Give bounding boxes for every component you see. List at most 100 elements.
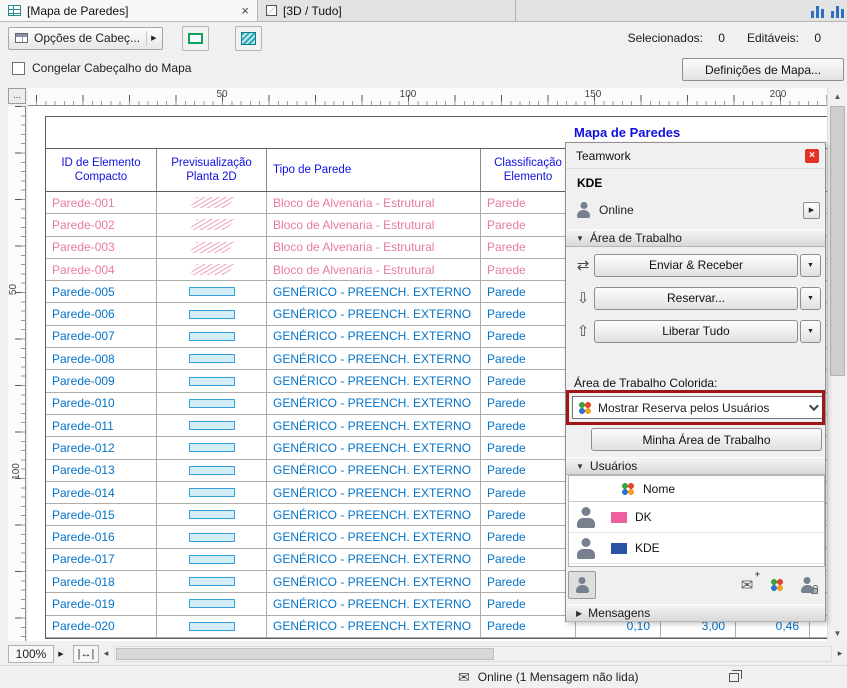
cell-classification: Parede xyxy=(481,192,576,213)
freeze-header-option: Congelar Cabeçalho do Mapa xyxy=(12,61,191,75)
wall-preview-swatch xyxy=(189,510,235,519)
bottom-controls: 100% ▶ |↔| ◂ ▸ xyxy=(0,643,847,664)
tab-bar: [Mapa de Paredes] × [3D / Tudo] xyxy=(0,0,847,22)
send-message-button[interactable]: ✉ + xyxy=(735,573,759,597)
scrollbar-thumb[interactable] xyxy=(116,648,494,660)
cell-preview xyxy=(157,437,267,458)
cell-element-id: Parede-008 xyxy=(46,348,157,369)
fit-width-button[interactable]: |↔| xyxy=(73,645,99,663)
column-header[interactable]: Tipo de Parede xyxy=(267,149,481,191)
cell-preview xyxy=(157,303,267,324)
colored-workspace-toggle[interactable] xyxy=(765,573,789,597)
release-icon: ⇧ xyxy=(572,322,594,340)
user-icon xyxy=(577,507,595,528)
scrollbar-thumb[interactable] xyxy=(830,106,845,376)
column-header[interactable]: PrevisualizaçãoPlanta 2D xyxy=(157,149,267,191)
release-all-dropdown[interactable]: ▼ xyxy=(800,320,821,343)
user-access-button[interactable] xyxy=(795,573,819,597)
cell-wall-type: GENÉRICO - PREENCH. EXTERNO xyxy=(267,370,481,391)
reserve-dropdown[interactable]: ▼ xyxy=(800,287,821,310)
cell-element-id: Parede-014 xyxy=(46,482,157,503)
editaveis-value: 0 xyxy=(807,31,821,45)
user-color-swatch xyxy=(611,543,627,554)
vertical-ruler[interactable]: 50100 xyxy=(8,106,26,641)
highlight-headers-button[interactable] xyxy=(182,26,209,51)
section-usuarios[interactable]: ▼ Usuários xyxy=(566,457,825,475)
section-label: Usuários xyxy=(590,459,637,473)
tab-mapa-de-paredes[interactable]: [Mapa de Paredes] × xyxy=(0,0,258,21)
cell-classification: Parede xyxy=(481,437,576,458)
plus-icon: + xyxy=(755,569,760,579)
column-header[interactable]: ClassificaçãoElemento xyxy=(481,149,576,191)
navigator-icon[interactable] xyxy=(810,4,825,18)
map-settings-button[interactable]: Definições de Mapa... xyxy=(682,58,844,81)
restore-window-icon[interactable] xyxy=(729,673,739,682)
scroll-left-icon[interactable]: ◂ xyxy=(99,645,113,663)
send-receive-icon: ⇄ xyxy=(572,256,594,274)
user-tool-button[interactable] xyxy=(568,571,596,599)
user-list-item[interactable]: DK xyxy=(569,502,824,533)
wall-preview-swatch xyxy=(189,332,235,341)
schedule-title: Mapa de Paredes xyxy=(574,125,680,140)
ruler-corner-button[interactable]: ... xyxy=(8,88,26,104)
ruler-tick-label: 50 xyxy=(216,89,227,100)
ruler-ticks xyxy=(36,95,827,105)
cell-element-id: Parede-004 xyxy=(46,259,157,280)
send-receive-button[interactable]: Enviar & Receber xyxy=(594,254,798,277)
reserve-button[interactable]: Reservar... xyxy=(594,287,798,310)
send-receive-dropdown[interactable]: ▼ xyxy=(800,254,821,277)
user-list-item[interactable]: KDE xyxy=(569,533,824,564)
cell-wall-type: Bloco de Alvenaria - Estrutural xyxy=(267,192,481,213)
freeze-header-checkbox[interactable] xyxy=(12,62,25,75)
cell-element-id: Parede-002 xyxy=(46,214,157,235)
scroll-down-icon[interactable]: ▼ xyxy=(828,625,847,641)
close-tab-icon[interactable]: × xyxy=(241,4,249,17)
release-all-button[interactable]: Liberar Tudo xyxy=(594,320,798,343)
flyout-arrow-icon: ▶ xyxy=(146,31,156,45)
cell-classification: Parede xyxy=(481,460,576,481)
cell-wall-type: GENÉRICO - PREENCH. EXTERNO xyxy=(267,303,481,324)
users-list-header[interactable]: Nome xyxy=(569,476,824,502)
envelope-icon[interactable]: ✉ xyxy=(458,670,470,684)
3d-view-icon xyxy=(266,5,277,16)
colored-workspace-value: Mostrar Reserva pelos Usuários xyxy=(598,401,769,415)
zoom-level[interactable]: 100% xyxy=(8,645,54,663)
section-area-de-trabalho[interactable]: ▼ Área de Trabalho xyxy=(566,229,825,247)
horizontal-ruler[interactable]: 50100150200 xyxy=(28,88,827,106)
palette-titlebar[interactable]: Teamwork × xyxy=(566,143,825,169)
cell-classification: Parede xyxy=(481,326,576,347)
close-palette-icon[interactable]: × xyxy=(805,149,819,163)
users-toolbar: ✉ + xyxy=(568,570,825,600)
tab-3d-tudo[interactable]: [3D / Tudo] xyxy=(258,0,516,21)
cell-preview xyxy=(157,593,267,614)
hatch-display-button[interactable] xyxy=(235,26,262,51)
cell-preview xyxy=(157,326,267,347)
cell-classification: Parede xyxy=(481,571,576,592)
scroll-up-icon[interactable]: ▲ xyxy=(828,88,847,104)
cell-element-id: Parede-017 xyxy=(46,549,157,570)
status-text: Online (1 Mensagem não lida) xyxy=(478,670,639,684)
header-options-button[interactable]: Opções de Cabeç... ▶ xyxy=(8,27,163,50)
wall-preview-swatch xyxy=(189,197,235,208)
palette-title: Teamwork xyxy=(576,149,631,163)
selecionados-value: 0 xyxy=(711,31,725,45)
column-header[interactable]: ID de ElementoCompacto xyxy=(46,149,157,191)
cell-element-id: Parede-006 xyxy=(46,303,157,324)
ruler-ticks xyxy=(15,106,25,641)
cell-wall-type: GENÉRICO - PREENCH. EXTERNO xyxy=(267,616,481,637)
online-status-row: Online ▶ xyxy=(577,197,820,223)
my-workspace-button[interactable]: Minha Área de Trabalho xyxy=(591,428,822,451)
cell-preview xyxy=(157,460,267,481)
zoom-flyout-icon[interactable]: ▶ xyxy=(54,645,68,663)
user-flyout-button[interactable]: ▶ xyxy=(803,202,820,219)
horizontal-scrollbar[interactable] xyxy=(114,646,832,662)
cell-preview xyxy=(157,393,267,414)
organizer-icon[interactable] xyxy=(830,4,845,18)
vertical-scrollbar[interactable]: ▲ ▼ xyxy=(827,88,847,641)
cell-element-id: Parede-019 xyxy=(46,593,157,614)
colored-workspace-select[interactable]: Mostrar Reserva pelos Usuários xyxy=(572,396,824,419)
scroll-right-icon[interactable]: ▸ xyxy=(833,645,847,663)
user-icon xyxy=(577,538,595,559)
colored-workspace-label: Área de Trabalho Colorida: xyxy=(574,376,717,390)
section-mensagens[interactable]: ▶ Mensagens xyxy=(566,604,825,622)
